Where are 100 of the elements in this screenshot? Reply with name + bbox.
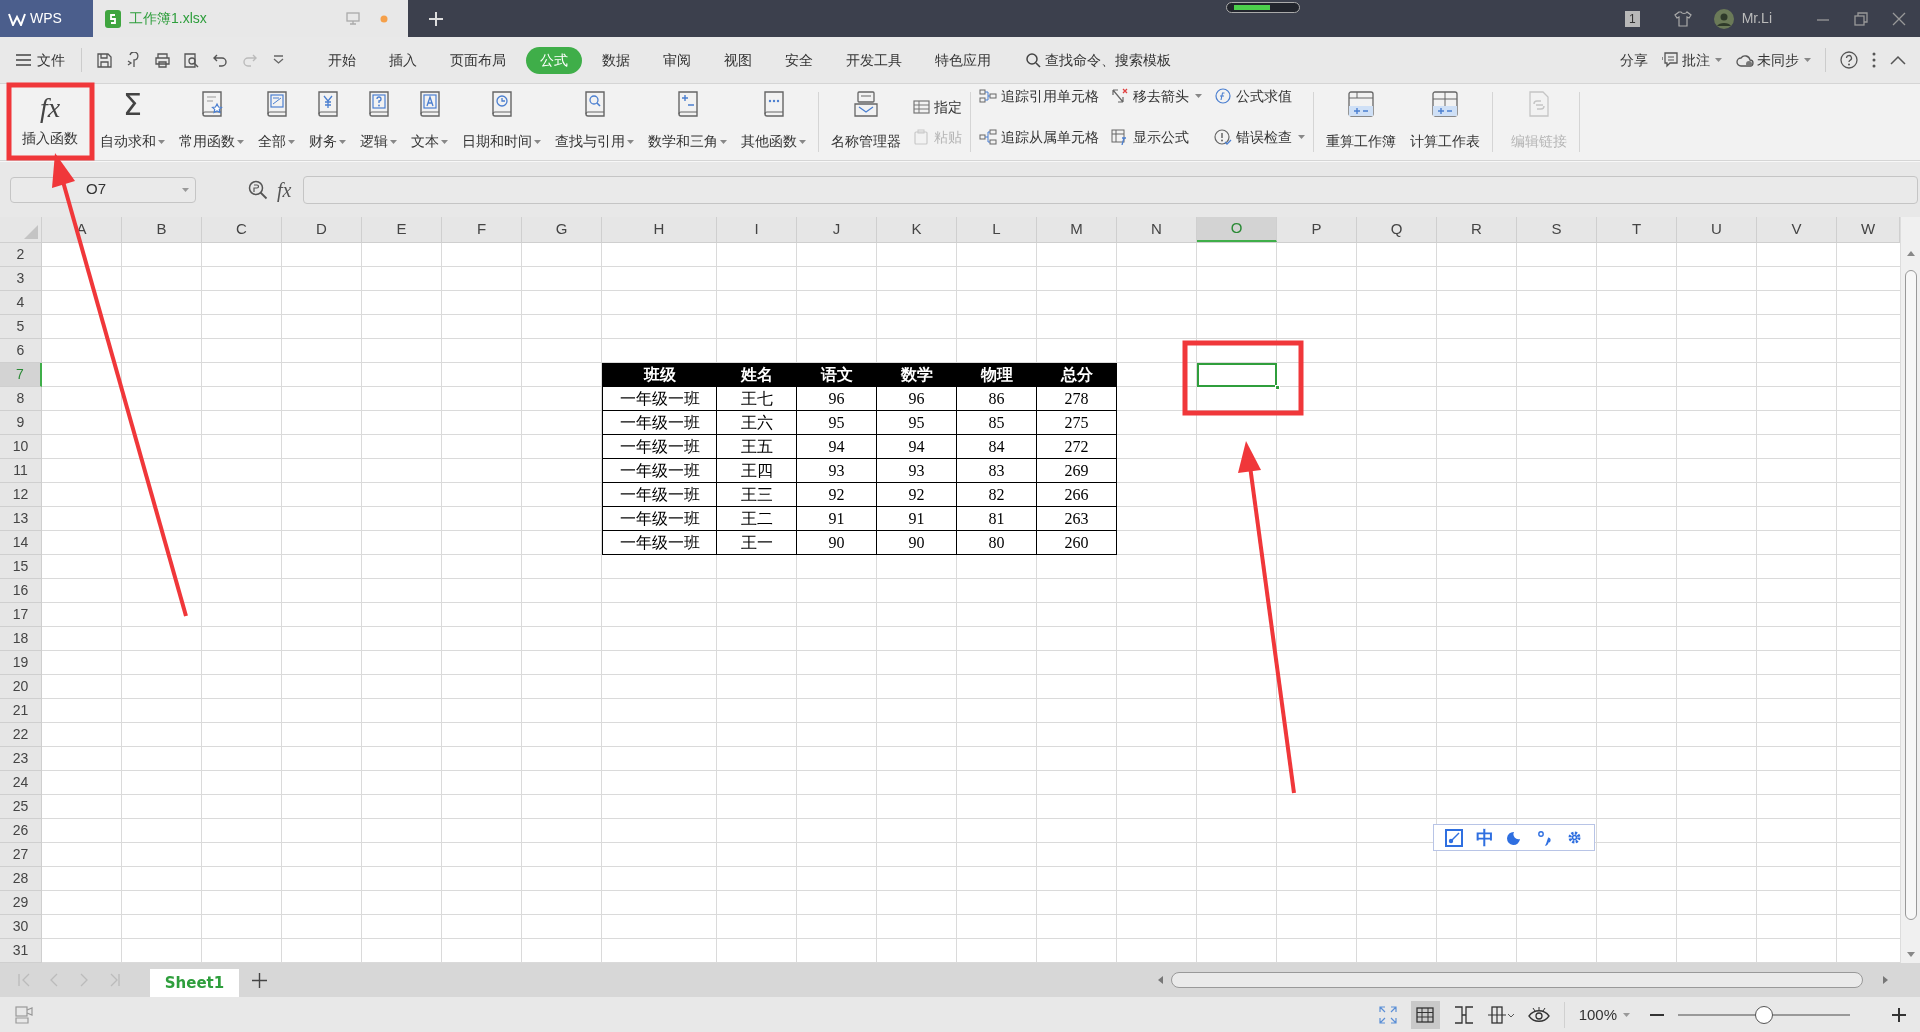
row-header[interactable]: 23 — [0, 747, 42, 771]
ribbon-button[interactable]: Σ 自动求和 — [96, 84, 169, 160]
menu-tab[interactable]: 开发工具 — [833, 46, 915, 74]
print-preview-icon[interactable] — [183, 51, 200, 69]
row-header[interactable]: 4 — [0, 291, 42, 315]
menu-tab[interactable]: 特色应用 — [922, 46, 1004, 74]
column-header[interactable]: R — [1437, 217, 1517, 242]
scroll-right-icon[interactable] — [1883, 976, 1888, 984]
page-break-view-icon[interactable] — [1453, 1006, 1474, 1024]
row-header[interactable]: 27 — [0, 843, 42, 867]
column-header[interactable]: M — [1037, 217, 1117, 242]
row-header[interactable]: 30 — [0, 915, 42, 939]
column-header[interactable]: S — [1517, 217, 1597, 242]
row-header[interactable]: 13 — [0, 507, 42, 531]
zoom-in-icon[interactable] — [1892, 1008, 1906, 1022]
ribbon-button[interactable]: 计算工作表 — [1406, 84, 1484, 160]
row-header[interactable]: 6 — [0, 339, 42, 363]
ribbon-button[interactable]: fx 插入函数 — [16, 91, 84, 153]
ribbon-small-button[interactable]: 追踪引用单元格 — [979, 84, 1099, 108]
row-header[interactable]: 2 — [0, 243, 42, 267]
column-header[interactable]: B — [122, 217, 202, 242]
row-header[interactable]: 24 — [0, 771, 42, 795]
more-options-icon[interactable] — [1872, 52, 1876, 68]
skin-shirt-icon[interactable] — [1673, 10, 1692, 27]
row-header[interactable]: 20 — [0, 675, 42, 699]
column-header[interactable]: V — [1757, 217, 1837, 242]
horizontal-scrollbar-thumb[interactable] — [1171, 972, 1863, 988]
column-header[interactable]: E — [362, 217, 442, 242]
row-header[interactable]: 10 — [0, 435, 42, 459]
column-header[interactable]: J — [797, 217, 877, 242]
window-count-badge[interactable]: 1 — [1624, 10, 1640, 27]
new-tab-icon[interactable] — [428, 10, 444, 27]
menu-tab[interactable]: 页面布局 — [437, 46, 519, 74]
row-header[interactable]: 25 — [0, 795, 42, 819]
fullscreen-icon[interactable] — [1378, 1006, 1397, 1024]
ribbon-small-button[interactable]: 指定 — [913, 95, 962, 119]
column-header[interactable]: G — [522, 217, 602, 242]
column-header[interactable]: P — [1277, 217, 1357, 242]
input-mode-toggle[interactable]: 中 — [1476, 828, 1495, 847]
ribbon-button[interactable]: 全部 — [254, 84, 299, 160]
row-header[interactable]: 22 — [0, 723, 42, 747]
add-sheet-icon[interactable] — [252, 972, 267, 988]
restore-icon[interactable] — [1854, 11, 1868, 26]
ribbon-button[interactable]: 财务 — [305, 84, 350, 160]
normal-view-button[interactable] — [1410, 1001, 1440, 1029]
column-header[interactable]: H — [602, 217, 717, 242]
menu-tab[interactable]: 审阅 — [650, 46, 704, 74]
ribbon-small-button[interactable]: 显示公式 — [1111, 125, 1202, 149]
eye-protection-icon[interactable] — [1527, 1007, 1550, 1023]
column-header[interactable]: U — [1677, 217, 1757, 242]
ribbon-button[interactable]: 日期和时间 — [458, 84, 545, 160]
user-avatar-icon[interactable] — [1713, 8, 1734, 29]
formula-input-field[interactable] — [303, 175, 1918, 204]
column-header[interactable]: F — [442, 217, 522, 242]
ribbon-button[interactable]: 查找与引用 — [551, 84, 638, 160]
zoom-formula-icon[interactable] — [248, 179, 268, 200]
ribbon-button[interactable]: 文本 — [407, 84, 452, 160]
input-panel-icon[interactable] — [1444, 828, 1463, 847]
collapse-ribbon-icon[interactable] — [1890, 55, 1906, 65]
row-header[interactable]: 5 — [0, 315, 42, 339]
command-search-button[interactable]: 查找命令、搜索模板 — [1022, 46, 1175, 74]
scroll-left-icon[interactable] — [1158, 976, 1163, 984]
row-header[interactable]: 18 — [0, 627, 42, 651]
punctuation-icon[interactable] — [1536, 829, 1553, 846]
save-icon[interactable] — [96, 51, 113, 69]
scrollbar-thumb[interactable] — [1904, 270, 1917, 920]
vertical-scrollbar[interactable] — [1900, 217, 1920, 963]
column-header[interactable]: T — [1597, 217, 1677, 242]
print-icon[interactable] — [154, 51, 171, 69]
row-header[interactable]: 11 — [0, 459, 42, 483]
ribbon-button[interactable]: 名称管理器 — [827, 84, 905, 160]
row-header[interactable]: 9 — [0, 411, 42, 435]
ribbon-button[interactable]: 重算工作簿 — [1322, 84, 1400, 160]
row-header[interactable]: 29 — [0, 891, 42, 915]
ribbon-small-button[interactable]: 公式求值 — [1214, 84, 1305, 108]
app-tab[interactable]: WPS — [0, 0, 93, 37]
row-header[interactable]: 28 — [0, 867, 42, 891]
sync-button[interactable]: 未同步 — [1736, 47, 1811, 73]
row-header[interactable]: 26 — [0, 819, 42, 843]
column-header[interactable]: L — [957, 217, 1037, 242]
close-icon[interactable] — [1892, 11, 1906, 26]
user-name[interactable]: Mr.Li — [1741, 8, 1772, 29]
row-header[interactable]: 16 — [0, 579, 42, 603]
menu-tab[interactable]: 插入 — [376, 46, 430, 74]
zoom-slider-thumb[interactable] — [1755, 1006, 1773, 1024]
comment-button[interactable]: 批注 — [1662, 47, 1722, 73]
ribbon-button[interactable]: 其他函数 — [737, 84, 810, 160]
zoom-level-button[interactable]: 100% — [1578, 1003, 1630, 1027]
file-menu-button[interactable]: 文件 — [12, 46, 69, 74]
layout-view-icon[interactable] — [1487, 1006, 1514, 1024]
selected-cell[interactable] — [1197, 363, 1277, 387]
column-header[interactable]: C — [202, 217, 282, 242]
menu-tab[interactable]: 安全 — [772, 46, 826, 74]
row-header[interactable]: 8 — [0, 387, 42, 411]
menu-tab[interactable]: 开始 — [315, 46, 369, 74]
column-header[interactable]: I — [717, 217, 797, 242]
column-header[interactable]: K — [877, 217, 957, 242]
ribbon-button[interactable]: 数学和三角 — [644, 84, 731, 160]
menu-tab[interactable]: 视图 — [711, 46, 765, 74]
ribbon-small-button[interactable]: 错误检查 — [1214, 125, 1305, 149]
